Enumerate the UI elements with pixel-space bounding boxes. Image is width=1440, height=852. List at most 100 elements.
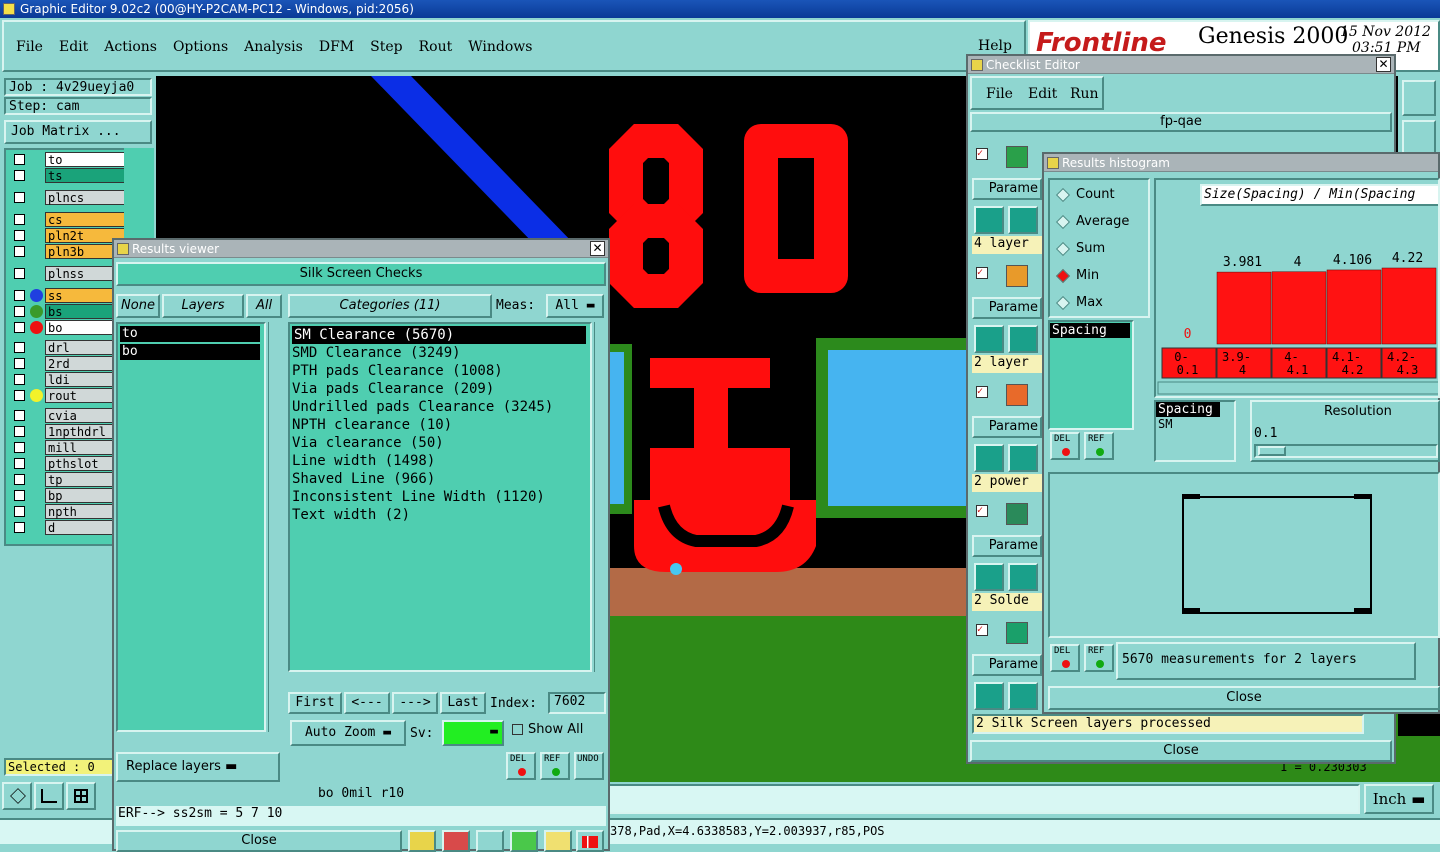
menu-step[interactable]: Step — [370, 39, 402, 55]
step-checkbox[interactable]: ✓ — [976, 267, 988, 279]
layer-checkbox[interactable] — [14, 390, 25, 401]
layer-checkbox[interactable] — [14, 268, 25, 279]
meas-dropdown[interactable]: All ▬ — [546, 294, 604, 318]
histogram-bar[interactable] — [1271, 271, 1327, 345]
measure-tool[interactable] — [34, 782, 64, 810]
layer-checkbox[interactable] — [14, 154, 25, 165]
checklist-menu-edit[interactable]: Edit — [1028, 86, 1057, 102]
step-checkbox[interactable]: ✓ — [976, 505, 988, 517]
category-item[interactable]: Shaved Line (966) — [290, 470, 590, 488]
menu-windows[interactable]: Windows — [468, 39, 532, 55]
checklist-close-button[interactable]: Close — [970, 740, 1392, 762]
tool-notes[interactable] — [544, 830, 572, 852]
first-button[interactable]: First — [288, 692, 342, 714]
layer-checkbox[interactable] — [14, 306, 25, 317]
layer-row[interactable]: to — [12, 152, 130, 167]
menu-options[interactable]: Options — [173, 39, 228, 55]
layer-checkbox[interactable] — [14, 322, 25, 333]
index-input[interactable]: 7602 — [548, 692, 606, 714]
category-item[interactable]: Via pads Clearance (209) — [290, 380, 590, 398]
checklist-menu-file[interactable]: File — [986, 86, 1013, 102]
hist-ref-button[interactable]: REF — [1084, 432, 1114, 460]
job-matrix-button[interactable]: Job Matrix ... — [4, 120, 152, 144]
histogram-tool[interactable] — [576, 830, 604, 852]
layer-name[interactable]: cs — [45, 212, 130, 227]
command-line[interactable] — [608, 784, 1360, 814]
histogram-bar[interactable] — [1381, 267, 1437, 345]
replace-layers-dropdown[interactable]: Replace layers ▬ — [116, 752, 280, 782]
layer-row[interactable]: cs — [12, 212, 130, 227]
category-item[interactable]: SM Clearance (5670) — [292, 326, 586, 344]
layer-result-list[interactable]: to bo — [116, 322, 266, 732]
layer-checkbox[interactable] — [14, 490, 25, 501]
layer-checkbox[interactable] — [14, 426, 25, 437]
close-icon[interactable]: ✕ — [1376, 57, 1391, 72]
resolution-slider-thumb[interactable] — [1258, 446, 1286, 456]
step-checkbox[interactable]: ✓ — [976, 624, 988, 636]
layer-list-scrollbar[interactable] — [268, 322, 282, 732]
results-close-button[interactable]: Close — [116, 830, 402, 852]
parameters-button[interactable]: Parame — [972, 654, 1042, 676]
close-icon[interactable]: ✕ — [590, 241, 605, 256]
sv-color-dropdown[interactable]: ▬ — [442, 720, 504, 746]
histogram-bar[interactable] — [1326, 269, 1382, 345]
window-tool[interactable] — [1402, 80, 1436, 116]
run-action-button[interactable] — [1008, 563, 1038, 591]
del-button[interactable]: DEL — [506, 752, 536, 780]
prev-button[interactable]: <--- — [344, 692, 390, 714]
hist-del-button[interactable]: DEL — [1050, 432, 1080, 460]
spacing-layer-sub[interactable]: SM — [1156, 417, 1234, 431]
menu-analysis[interactable]: Analysis — [244, 39, 303, 55]
result-layer-item[interactable]: bo — [120, 344, 260, 360]
spacing-scrollbar[interactable] — [1136, 320, 1148, 430]
category-list[interactable]: SM Clearance (5670) SMD Clearance (3249) P… — [288, 322, 592, 672]
stat-option-average[interactable]: Average — [1055, 211, 1129, 233]
layer-checkbox[interactable] — [14, 230, 25, 241]
parameters-button[interactable]: Parame — [972, 416, 1042, 438]
layer-checkbox[interactable] — [14, 192, 25, 203]
histogram-scrollbar[interactable] — [1157, 381, 1440, 395]
layer-checkbox[interactable] — [14, 474, 25, 485]
run-action-button[interactable] — [1008, 206, 1038, 234]
parameters-button[interactable]: Parame — [972, 178, 1042, 200]
all-button[interactable]: All — [246, 294, 282, 318]
resolution-slider[interactable] — [1254, 444, 1438, 458]
checklist-menu-run[interactable]: Run — [1070, 86, 1099, 102]
parameters-button[interactable]: Parame — [972, 535, 1042, 557]
parameters-button[interactable]: Parame — [972, 297, 1042, 319]
categories-button[interactable]: Categories (11) — [288, 294, 492, 318]
category-item[interactable]: Text width (2) — [290, 506, 590, 524]
spacing-layer-scrollbar[interactable] — [1236, 400, 1250, 462]
run-action-button[interactable] — [974, 325, 1004, 353]
spacing-list-item[interactable]: Spacing — [1050, 323, 1130, 338]
layer-checkbox[interactable] — [14, 458, 25, 469]
menu-dfm[interactable]: DFM — [319, 39, 354, 55]
layer-name[interactable]: plncs — [45, 190, 130, 205]
layers-button[interactable]: Layers — [162, 294, 244, 318]
layer-checkbox[interactable] — [14, 342, 25, 353]
run-action-button[interactable] — [974, 444, 1004, 472]
step-checkbox[interactable]: ✓ — [976, 386, 988, 398]
step-checkbox[interactable]: ✓ — [976, 148, 988, 160]
run-action-button[interactable] — [1008, 325, 1038, 353]
run-action-button[interactable] — [974, 563, 1004, 591]
category-item[interactable]: Undrilled pads Clearance (3245) — [290, 398, 590, 416]
undo-button[interactable]: UNDO — [574, 752, 604, 780]
next-button[interactable]: ---> — [392, 692, 438, 714]
spacing-layer-list[interactable]: Spacing SM — [1154, 400, 1236, 462]
layer-name[interactable]: to — [45, 152, 130, 167]
category-item[interactable]: PTH pads Clearance (1008) — [290, 362, 590, 380]
preview-ref-button[interactable]: REF — [1084, 644, 1114, 672]
spacing-layer-selected[interactable]: Spacing — [1156, 402, 1220, 417]
grid-tool[interactable] — [66, 782, 96, 810]
stat-option-sum[interactable]: Sum — [1055, 238, 1105, 260]
run-action-button[interactable] — [1008, 682, 1038, 710]
layer-checkbox[interactable] — [14, 170, 25, 181]
category-item[interactable]: NPTH clearance (10) — [290, 416, 590, 434]
layer-checkbox[interactable] — [14, 290, 25, 301]
layer-checkbox[interactable] — [14, 522, 25, 533]
none-button[interactable]: None — [116, 294, 160, 318]
auto-zoom-dropdown[interactable]: Auto Zoom ▬ — [290, 720, 406, 746]
units-dropdown[interactable]: Inch ▬ — [1364, 784, 1434, 814]
menu-rout[interactable]: Rout — [419, 39, 453, 55]
